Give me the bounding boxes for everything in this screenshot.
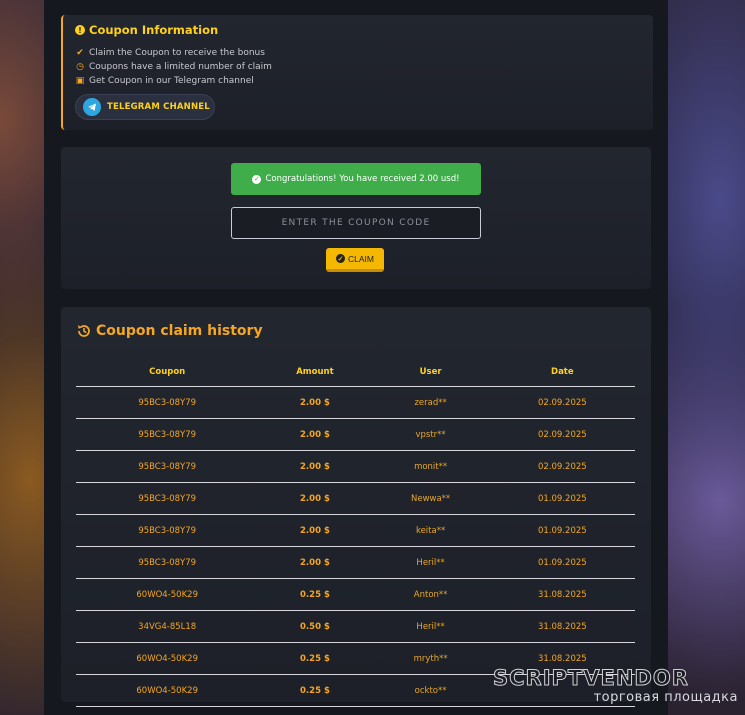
table-row: 95BC3-08Y79 2.00 $ zerad** 02.09.2025 xyxy=(76,386,635,419)
cell-user: Anton** xyxy=(371,578,490,611)
column-header-date: Date xyxy=(489,357,635,387)
table-row: 95BC3-08Y79 2.00 $ keita** 01.09.2025 xyxy=(76,514,635,547)
cell-amount: 2.00 $ xyxy=(258,546,372,579)
history-heading: Coupon claim history xyxy=(76,323,263,339)
cell-date: 01.09.2025 xyxy=(489,482,635,515)
cell-user: monit** xyxy=(371,450,490,483)
coupon-info-panel: ! Coupon Information ✔ Claim the Coupon … xyxy=(61,15,653,130)
cell-user: keita** xyxy=(371,514,490,547)
cell-coupon: 95BC3-08Y79 xyxy=(76,482,259,515)
cell-amount: 0.25 $ xyxy=(258,642,372,675)
cell-coupon: 95BC3-08Y79 xyxy=(76,514,259,547)
info-line-limit: ◷ Coupons have a limited number of claim xyxy=(75,62,272,72)
cell-date: 31.08.2025 xyxy=(489,578,635,611)
info-icon: ! xyxy=(75,25,85,35)
table-header-row: Coupon Amount User Date xyxy=(76,357,635,387)
table-row: 95BC3-08Y79 2.00 $ vpstr** 02.09.2025 xyxy=(76,418,635,451)
cell-user: Heril** xyxy=(371,610,490,643)
cell-date: 02.09.2025 xyxy=(489,450,635,483)
info-line-text: Claim the Coupon to receive the bonus xyxy=(89,48,265,58)
coupon-code-input[interactable] xyxy=(231,207,481,239)
table-row: 95BC3-08Y79 2.00 $ Heril** 01.09.2025 xyxy=(76,546,635,579)
cell-amount: 0.25 $ xyxy=(258,578,372,611)
cell-user: ockto** xyxy=(371,674,490,707)
watermark-subtitle: торговая площадка xyxy=(593,690,738,705)
clock-icon: ◷ xyxy=(76,62,84,72)
gift-icon: ▣ xyxy=(75,76,85,86)
cell-user: vpstr** xyxy=(371,418,490,451)
cell-coupon: 95BC3-08Y79 xyxy=(76,418,259,451)
column-header-coupon: Coupon xyxy=(76,357,259,387)
check-circle-icon: ✓ xyxy=(252,174,262,184)
check-circle-icon: ✔ xyxy=(76,48,84,58)
cell-amount: 0.25 $ xyxy=(258,674,372,707)
cell-coupon: 95BC3-08Y79 xyxy=(76,450,259,483)
scriptvendor-watermark: SCRIPTVENDOR торговая площадка xyxy=(493,666,738,706)
cell-coupon: 60WO4-50K29 xyxy=(76,674,259,707)
cell-amount: 2.00 $ xyxy=(258,514,372,547)
telegram-channel-button[interactable]: TELEGRAM CHANNEL xyxy=(75,94,215,120)
info-line-text: Get Coupon in our Telegram channel xyxy=(89,76,254,86)
cell-amount: 2.00 $ xyxy=(258,482,372,515)
info-line-text: Coupons have a limited number of claim xyxy=(89,62,272,72)
cell-user: zerad** xyxy=(371,386,490,419)
history-icon xyxy=(78,325,90,337)
claim-button-label: CLAIM xyxy=(348,253,374,264)
cell-coupon: 34VG4-85L18 xyxy=(76,610,259,643)
telegram-channel-label: TELEGRAM CHANNEL xyxy=(107,102,210,112)
success-message: Congratulations! You have received 2.00 … xyxy=(265,174,460,184)
history-table: Coupon Amount User Date 95BC3-08Y79 2.00… xyxy=(76,357,635,707)
cell-amount: 2.00 $ xyxy=(258,418,372,451)
column-header-amount: Amount xyxy=(258,357,372,387)
cell-coupon: 95BC3-08Y79 xyxy=(76,546,259,579)
coupon-info-heading: ! Coupon Information xyxy=(75,23,218,37)
cell-coupon: 60WO4-50K29 xyxy=(76,642,259,675)
cell-date: 01.09.2025 xyxy=(489,546,635,579)
table-row: 60WO4-50K29 0.25 $ Anton** 31.08.2025 xyxy=(76,578,635,611)
cell-user: Heril** xyxy=(371,546,490,579)
table-row: 95BC3-08Y79 2.00 $ monit** 02.09.2025 xyxy=(76,450,635,483)
info-line-telegram: ▣ Get Coupon in our Telegram channel xyxy=(75,76,254,86)
cell-date: 02.09.2025 xyxy=(489,386,635,419)
history-title: Coupon claim history xyxy=(96,323,263,339)
column-header-user: User xyxy=(371,357,490,387)
claim-panel: ✓ Congratulations! You have received 2.0… xyxy=(61,147,651,289)
cell-coupon: 95BC3-08Y79 xyxy=(76,386,259,419)
cell-coupon: 60WO4-50K29 xyxy=(76,578,259,611)
table-row: 34VG4-85L18 0.50 $ Heril** 31.08.2025 xyxy=(76,610,635,643)
cell-date: 02.09.2025 xyxy=(489,418,635,451)
cell-amount: 2.00 $ xyxy=(258,450,372,483)
table-row: 95BC3-08Y79 2.00 $ Newwa** 01.09.2025 xyxy=(76,482,635,515)
watermark-logo-text: SCRIPTVENDOR xyxy=(493,666,689,690)
cell-amount: 0.50 $ xyxy=(258,610,372,643)
coupon-info-title: Coupon Information xyxy=(89,23,219,37)
claim-button[interactable]: ✓ CLAIM xyxy=(326,248,384,272)
cell-user: Newwa** xyxy=(371,482,490,515)
cell-date: 31.08.2025 xyxy=(489,610,635,643)
cell-user: mryth** xyxy=(371,642,490,675)
cell-amount: 2.00 $ xyxy=(258,386,372,419)
cell-date: 01.09.2025 xyxy=(489,514,635,547)
coupon-history-panel: Coupon claim history Coupon Amount User … xyxy=(61,307,651,707)
check-circle-icon: ✓ xyxy=(336,254,345,263)
success-alert: ✓ Congratulations! You have received 2.0… xyxy=(231,163,481,195)
info-line-claim: ✔ Claim the Coupon to receive the bonus xyxy=(75,48,265,58)
telegram-icon xyxy=(83,98,101,116)
